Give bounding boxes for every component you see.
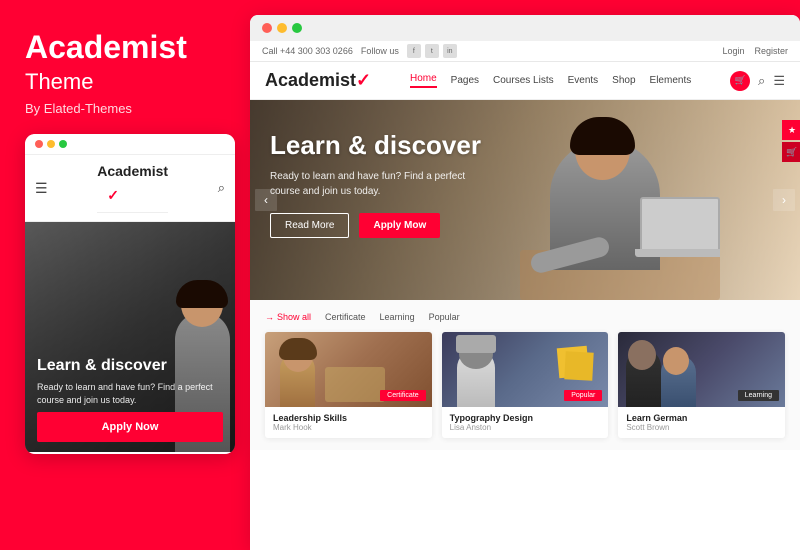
theme-by: By Elated-Themes — [25, 101, 220, 116]
course-info-2: Typography Design Lisa Anston — [442, 407, 609, 438]
mobile-hero-text: Ready to learn and have fun? Find a perf… — [37, 381, 223, 406]
filter-show-all[interactable]: → Show all — [265, 312, 311, 322]
course-img-1: Certificate — [265, 332, 432, 407]
course-title-1: Leadership Skills — [273, 413, 424, 423]
desktop-navbar: Academist✓ Home Pages Courses Lists Even… — [250, 62, 800, 100]
courses-filter: → Show all Certificate Learning Popular — [265, 312, 785, 322]
theme-title: Academist — [25, 30, 220, 65]
chrome-dot-red — [262, 23, 272, 33]
nav-link-courses[interactable]: Courses Lists — [493, 75, 554, 86]
cart-icon[interactable]: 🛒 — [730, 71, 750, 91]
hero-side-icon-1[interactable]: ★ — [782, 120, 800, 140]
hero-buttons: Read More Apply Mow — [270, 213, 780, 238]
course-card-3: Learning Learn German Scott Brown — [618, 332, 785, 438]
nav-link-shop[interactable]: Shop — [612, 75, 635, 86]
instagram-icon[interactable]: in — [443, 44, 457, 58]
desktop-hero: Learn & discover Ready to learn and have… — [250, 100, 800, 300]
desktop-topbar: Call +44 300 303 0266 Follow us f t in L… — [250, 41, 800, 62]
desktop-preview: Call +44 300 303 0266 Follow us f t in L… — [250, 15, 800, 550]
course-badge-3: Learning — [738, 390, 779, 401]
mobile-apply-now-button[interactable]: Apply Now — [37, 412, 223, 442]
course-img-3: Learning — [618, 332, 785, 407]
hero-next-arrow[interactable]: › — [773, 189, 795, 211]
topbar-follow: Follow us — [361, 46, 399, 56]
course-info-3: Learn German Scott Brown — [618, 407, 785, 438]
hamburger-icon[interactable]: ☰ — [35, 180, 48, 197]
chrome-dot-yellow — [277, 23, 287, 33]
dot-yellow — [47, 140, 55, 148]
hero-apply-now-button[interactable]: Apply Mow — [359, 213, 440, 238]
topbar-phone: Call +44 300 303 0266 — [262, 46, 353, 56]
menu-icon[interactable]: ☰ — [773, 73, 785, 89]
mobile-preview: ☰ Academist✓ ⌕ Learn & discover Ready to… — [25, 134, 235, 454]
desktop-nav-links: Home Pages Courses Lists Events Shop Ele… — [410, 73, 691, 88]
nav-link-home[interactable]: Home — [410, 73, 437, 88]
topbar-login-link[interactable]: Login — [722, 46, 744, 56]
hero-read-more-button[interactable]: Read More — [270, 213, 349, 238]
mobile-hero-title: Learn & discover — [37, 357, 223, 375]
mobile-dots — [35, 140, 67, 148]
topbar-left: Call +44 300 303 0266 Follow us f t in — [262, 44, 457, 58]
search-icon[interactable]: ⌕ — [758, 73, 765, 89]
hero-content: Learn & discover Ready to learn and have… — [250, 100, 800, 268]
topbar-register-link[interactable]: Register — [754, 46, 788, 56]
chrome-dot-green — [292, 23, 302, 33]
hero-text: Ready to learn and have fun? Find a perf… — [270, 169, 490, 199]
course-img-2: Popular — [442, 332, 609, 407]
hero-prev-arrow[interactable]: ‹ — [255, 189, 277, 211]
hero-side-icons: ★ 🛒 — [782, 120, 800, 164]
desktop-nav-icons: 🛒 ⌕ ☰ — [730, 71, 785, 91]
desktop-logo: Academist✓ — [265, 70, 371, 91]
nav-link-events[interactable]: Events — [568, 75, 599, 86]
left-panel: Academist Theme By Elated-Themes ☰ Acade… — [0, 0, 245, 550]
courses-section: → Show all Certificate Learning Popular — [250, 300, 800, 450]
search-icon[interactable]: ⌕ — [218, 180, 225, 196]
mobile-navbar: ☰ Academist✓ ⌕ — [25, 155, 235, 222]
course-author-2: Lisa Anston — [450, 423, 601, 432]
course-card-2: Popular Typography Design Lisa Anston — [442, 332, 609, 438]
topbar-right: Login Register — [722, 46, 788, 56]
theme-subtitle: Theme — [25, 69, 220, 95]
mobile-chrome-bar — [25, 134, 235, 155]
hero-title: Learn & discover — [270, 130, 780, 161]
course-badge-1: Certificate — [380, 390, 426, 401]
course-card-1: Certificate Leadership Skills Mark Hook — [265, 332, 432, 438]
twitter-icon[interactable]: t — [425, 44, 439, 58]
course-author-3: Scott Brown — [626, 423, 777, 432]
filter-learning[interactable]: Learning — [380, 312, 415, 322]
hero-side-icon-2[interactable]: 🛒 — [782, 142, 800, 162]
course-title-2: Typography Design — [450, 413, 601, 423]
topbar-social: f t in — [407, 44, 457, 58]
course-author-1: Mark Hook — [273, 423, 424, 432]
dot-green — [59, 140, 67, 148]
facebook-icon[interactable]: f — [407, 44, 421, 58]
courses-grid: Certificate Leadership Skills Mark Hook — [265, 332, 785, 438]
course-info-1: Leadership Skills Mark Hook — [265, 407, 432, 438]
course-title-3: Learn German — [626, 413, 777, 423]
desktop-chrome-bar — [250, 15, 800, 41]
dot-red — [35, 140, 43, 148]
filter-certificate[interactable]: Certificate — [325, 312, 366, 322]
course-badge-2: Popular — [564, 390, 602, 401]
nav-link-pages[interactable]: Pages — [451, 75, 479, 86]
filter-popular[interactable]: Popular — [429, 312, 460, 322]
nav-link-elements[interactable]: Elements — [650, 75, 692, 86]
mobile-logo: Academist✓ — [97, 163, 168, 213]
